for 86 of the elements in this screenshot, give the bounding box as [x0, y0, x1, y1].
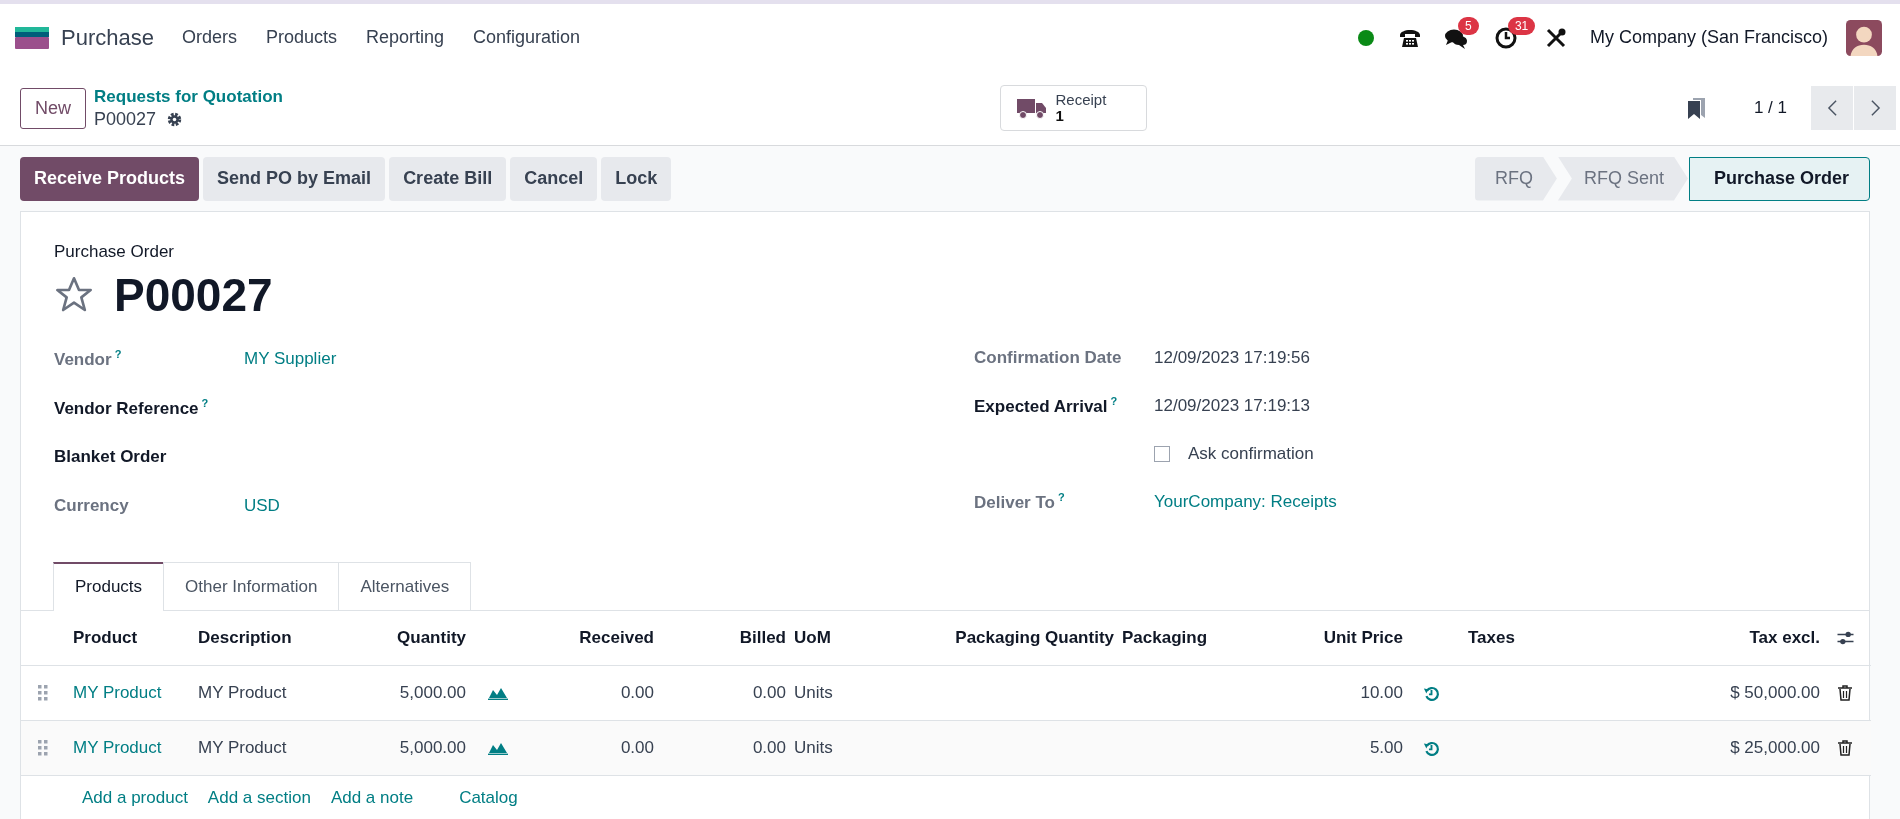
field-label: Vendor $^{?}$ [54, 347, 123, 370]
checkbox[interactable] [1154, 446, 1170, 462]
menu-item[interactable]: Orders [181, 27, 237, 48]
column-header[interactable]: Unit Price [1250, 628, 1403, 648]
app-name[interactable]: Purchase [61, 24, 154, 51]
menu-item[interactable]: Configuration [473, 27, 581, 48]
notebook-tab[interactable]: Alternatives [338, 562, 472, 610]
table-cell-text: $ 50,000.00 [1729, 683, 1820, 703]
form-subtitle: Purchase Order [53, 242, 175, 262]
column-settings-icon[interactable] [1835, 630, 1855, 646]
company-switcher[interactable]: My Company (San Francisco) [1589, 27, 1828, 48]
status-stage[interactable]: RFQ [1474, 156, 1557, 201]
status-stage[interactable]: Purchase Order [1688, 156, 1870, 201]
pager-value[interactable]: 1 / 1 [1753, 98, 1787, 118]
table-cell-text: Units [793, 738, 834, 758]
status-stage[interactable]: RFQ Sent [1557, 156, 1688, 201]
chevron-left-icon [1826, 99, 1838, 117]
table-cell-text: 0.00 [751, 683, 786, 703]
trash-icon[interactable] [1838, 685, 1852, 701]
drag-handle-icon[interactable] [38, 740, 48, 756]
add-line-link[interactable]: Add a product [82, 788, 188, 808]
app-logo-icon[interactable] [15, 26, 49, 49]
breadcrumb-link[interactable]: Requests for Quotation [94, 86, 283, 108]
notebook-tab[interactable]: Products [53, 562, 165, 611]
status-dot [1357, 29, 1374, 46]
table-cell-text: MY Product [197, 683, 288, 703]
column-header[interactable]: Billed [654, 628, 786, 648]
field-label: Blanket Order [54, 446, 168, 467]
column-header[interactable]: Description [190, 628, 340, 648]
action-button[interactable]: Lock [601, 156, 672, 201]
product-link[interactable]: MY Product [65, 738, 190, 758]
column-header[interactable]: Tax excl. [1600, 628, 1820, 648]
action-button[interactable]: Cancel [510, 156, 598, 201]
table-cell-text: MY Product [197, 738, 288, 758]
column-header[interactable]: UoM [786, 628, 900, 648]
field-label: Vendor Reference $^{?}$ [54, 396, 210, 419]
field-label: Deliver To $^{?}$ [974, 491, 1066, 513]
table-cell-text: Units [793, 683, 834, 703]
table-cell-text: 10.00 [1359, 683, 1403, 703]
field-link[interactable]: YourCompany: Receipts [1154, 492, 1337, 512]
trash-icon[interactable] [1838, 740, 1852, 756]
chevron-right-icon [1869, 99, 1881, 117]
column-header[interactable]: Product [65, 628, 190, 648]
product-link[interactable]: MY Product [65, 683, 190, 703]
field-link[interactable]: USD [244, 495, 280, 516]
area-chart-icon[interactable] [488, 686, 508, 700]
record-name: P00027 [94, 108, 157, 130]
field-value: 12/09/2023 17:19:56 [1154, 348, 1310, 368]
checkbox-label[interactable]: Ask confirmation [1188, 444, 1314, 464]
table-cell-text: $ 25,000.00 [1729, 738, 1820, 758]
receipt-smart-button[interactable]: Receipt 1 [1000, 85, 1148, 131]
field-label: Confirmation Date [974, 348, 1123, 368]
history-icon[interactable] [1423, 739, 1440, 757]
table-cell-text: 0.00 [619, 738, 654, 758]
column-header[interactable]: Received [530, 628, 654, 648]
add-line-link[interactable]: Add a section [207, 788, 311, 808]
action-button[interactable]: Send PO by Email [203, 156, 386, 201]
activity-count-badge: 31 [1507, 16, 1536, 35]
column-header[interactable]: Taxes [1460, 628, 1600, 648]
column-header[interactable]: Packaging [1114, 628, 1250, 648]
new-button[interactable]: New [20, 87, 86, 129]
column-header[interactable]: Quantity [340, 628, 466, 648]
menu-item[interactable]: Products [265, 27, 337, 48]
field-label: Currency [54, 495, 130, 516]
table-cell-text: 0.00 [751, 738, 786, 758]
menu-item[interactable]: Reporting [366, 27, 445, 48]
table-cell-text: 0.00 [619, 683, 654, 703]
catalog-link[interactable]: Catalog [459, 788, 518, 808]
field-label: Expected Arrival $^{?}$ [974, 395, 1119, 417]
table-cell-text: 5,000.00 [398, 683, 466, 703]
table-cell-text: 5.00 [1368, 738, 1403, 758]
action-button[interactable]: Create Bill [389, 156, 507, 201]
column-header[interactable]: Packaging Quantity [900, 628, 1114, 648]
field-link[interactable]: MY Supplier [244, 348, 337, 369]
avatar-icon[interactable] [1846, 19, 1882, 56]
field-value: 12/09/2023 17:19:13 [1154, 396, 1310, 416]
drag-handle-icon[interactable] [38, 685, 48, 701]
record-title: P00027 [114, 268, 273, 322]
message-count-badge: 5 [1457, 16, 1479, 35]
history-icon[interactable] [1423, 684, 1440, 702]
add-line-link[interactable]: Add a note [330, 788, 414, 808]
settings-icon[interactable] [166, 110, 184, 128]
action-button[interactable]: Receive Products [20, 156, 200, 201]
truck-icon [1017, 97, 1048, 119]
area-chart-icon[interactable] [488, 741, 508, 755]
table-cell-text: 5,000.00 [398, 738, 466, 758]
